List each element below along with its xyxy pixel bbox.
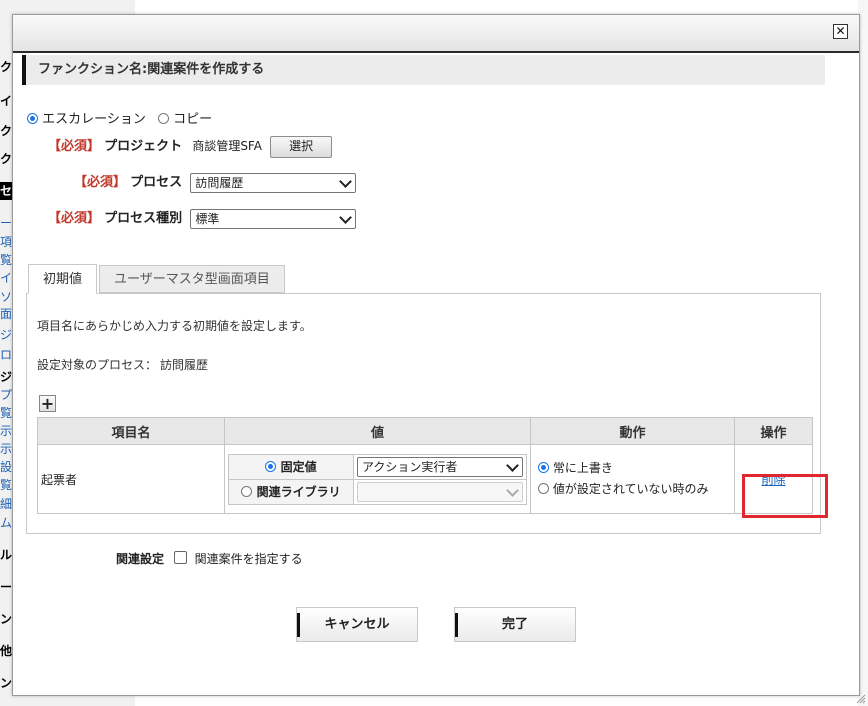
mode-option-escalation[interactable]: エスカレーション (27, 112, 150, 127)
target-process-line: 設定対象のプロセス： 訪問履歴 (37, 356, 208, 373)
fixed-value-select[interactable]: アクション実行者 (357, 456, 523, 477)
process-label: プロセス (130, 175, 183, 190)
tab-user-master-fields[interactable]: ユーザーマスタ型画面項目 (99, 265, 285, 293)
table-row: 起票者 固定値 アクション実行者 関連ライブラリ 常に上書き 値が設定されていな… (37, 444, 813, 514)
radio-related-library[interactable] (241, 486, 253, 497)
chevron-down-icon (506, 483, 519, 497)
value-cell: 固定値 アクション実行者 関連ライブラリ (224, 444, 531, 514)
related-library-select[interactable] (357, 481, 523, 502)
radio-copy[interactable] (158, 113, 170, 124)
project-value: 商談管理SFA (192, 139, 262, 153)
target-process-label: 設定対象のプロセス： (37, 358, 158, 372)
always-overwrite-label: 常に上書き (552, 461, 613, 475)
value-option-fixed: 固定値 アクション実行者 (228, 453, 527, 480)
fixed-value-select-value: アクション実行者 (362, 459, 458, 474)
chevron-down-icon (339, 210, 353, 224)
chevron-down-icon (506, 458, 519, 472)
radio-escalation[interactable] (27, 113, 38, 124)
column-operation: 操作 (734, 417, 813, 445)
action-option-overwrite[interactable]: 常に上書き (538, 458, 734, 479)
required-tag: 【必須】 (74, 175, 127, 190)
target-process-value: 訪問履歴 (160, 358, 209, 372)
process-type-select-value: 標準 (195, 211, 220, 226)
dialog-titlebar: ✕ (13, 15, 859, 53)
mode-copy-label: コピー (173, 112, 213, 127)
panel-description: 項目名にあらかじめ入力する初期値を設定します。 (37, 319, 312, 333)
action-option-if-empty[interactable]: 値が設定されていない時のみ (538, 479, 734, 500)
process-type-label: プロセス種別 (104, 211, 183, 226)
column-value: 値 (224, 417, 531, 445)
related-case-checkbox[interactable] (173, 551, 187, 564)
fixed-value-label: 固定値 (280, 460, 317, 474)
process-select[interactable]: 訪問履歴 (190, 172, 357, 193)
process-type-row: 【必須】 プロセス種別 標準 (48, 208, 357, 230)
related-library-label: 関連ライブラリ (256, 485, 341, 499)
project-row: 【必須】 プロジェクト 商談管理SFA 選択 (48, 135, 333, 158)
select-project-button[interactable]: 選択 (270, 135, 333, 158)
table-header-row: 項目名 値 動作 操作 (37, 417, 813, 445)
related-settings-label: 関連設定 (116, 552, 165, 566)
required-tag: 【必須】 (48, 211, 101, 226)
radio-always-overwrite[interactable] (538, 462, 549, 473)
mode-radio-group: エスカレーション コピー (27, 108, 220, 127)
process-select-value: 訪問履歴 (195, 175, 244, 190)
value-options-table: 固定値 アクション実行者 関連ライブラリ (228, 453, 527, 505)
mode-escalation-label: エスカレーション (42, 112, 146, 127)
resize-grip-icon[interactable] (856, 694, 866, 704)
fixed-value-select-cell: アクション実行者 (353, 453, 527, 480)
tab-initial-values[interactable]: 初期値 (28, 264, 98, 294)
column-item-name: 項目名 (37, 417, 225, 445)
add-row-button[interactable]: + (39, 395, 56, 412)
fixed-value-option-cell: 固定値 (228, 453, 354, 480)
column-action: 動作 (530, 417, 735, 445)
close-icon[interactable]: ✕ (833, 24, 848, 39)
related-settings-row: 関連設定 関連案件を指定する (116, 550, 303, 567)
initial-values-panel: 項目名にあらかじめ入力する初期値を設定します。 設定対象のプロセス： 訪問履歴 +… (26, 293, 821, 534)
radio-fixed-value[interactable] (265, 461, 277, 472)
chevron-down-icon (339, 174, 353, 188)
radio-only-if-empty[interactable] (538, 483, 549, 494)
action-cell: 常に上書き 値が設定されていない時のみ (530, 444, 735, 514)
mode-option-copy[interactable]: コピー (158, 112, 212, 127)
cancel-button[interactable]: キャンセル (296, 607, 418, 642)
initial-values-table: 項目名 値 動作 操作 起票者 固定値 アクション実行者 関連ライブラリ 常に上… (37, 417, 813, 514)
process-row: 【必須】 プロセス 訪問履歴 (74, 172, 357, 194)
done-button[interactable]: 完了 (454, 607, 576, 642)
library-select-cell (353, 478, 527, 505)
process-type-select[interactable]: 標準 (190, 208, 357, 229)
related-case-checkbox-label: 関連案件を指定する (194, 552, 303, 566)
delete-highlight-box (742, 474, 828, 518)
project-label: プロジェクト (104, 139, 183, 154)
only-if-empty-label: 値が設定されていない時のみ (552, 482, 709, 496)
required-tag: 【必須】 (48, 139, 101, 154)
item-name-cell: 起票者 (37, 444, 225, 514)
function-name-header: ファンクション名:関連案件を作成する (22, 55, 825, 85)
value-option-library: 関連ライブラリ (228, 478, 527, 505)
library-option-cell: 関連ライブラリ (228, 478, 354, 505)
